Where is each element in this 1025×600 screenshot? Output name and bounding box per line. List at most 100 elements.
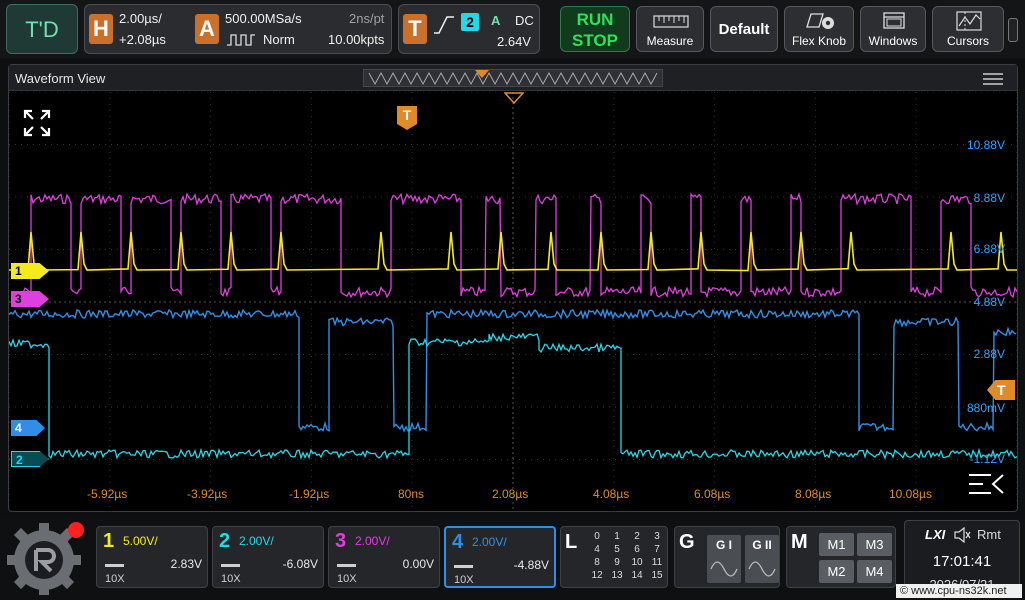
run-stop-button[interactable]: RUN STOP [560,6,630,52]
gear-logo-icon [7,522,84,595]
g2-label: G II [752,538,772,552]
logic-bit: 13 [611,570,623,581]
sample-rate: 500.00MSa/s [225,11,302,26]
bottom-status-bar: 1 5.00V/ ▬▬ 2.83V 10X 2 2.00V/ ▬▬ -6.08V… [0,516,1025,600]
time-label-6: 6.08µs [694,487,731,501]
speaker-muted-icon[interactable] [953,527,971,543]
voltage-label-6: -1.12V [969,452,1005,466]
waveform-view[interactable]: Waveform View T 1 3 4 2 T 10.88V 8.88V 6… [8,64,1018,512]
memory-overview-bar[interactable] [363,69,663,87]
waveform-view-header: Waveform View [9,65,1017,91]
voltage-label-1: 8.88V [973,191,1005,205]
logic-bit: 9 [614,557,620,568]
logic-bit: 10 [631,557,643,568]
flex-knob-label: Flex Knob [791,34,847,48]
default-button[interactable]: Default [710,6,778,52]
sine-wave-icon [710,561,738,577]
logic-bit: 3 [654,531,660,542]
trigger-panel[interactable]: T 2 A DC 2.64V [398,4,540,54]
time-label-0: -5.92µs [87,487,128,501]
acquire-letter: A [195,14,219,44]
channel-1-offset: 2.83V [170,557,202,571]
clock-time: 17:01:41 [932,553,992,570]
stop-label: STOP [572,31,618,50]
lxi-logo: LXI [925,527,946,542]
windows-label: Windows [868,34,918,48]
fullscreen-icon[interactable] [23,109,51,137]
windows-icon [883,12,905,29]
logic-bit-row: 8 9 10 11 [587,557,667,570]
math-m2-button[interactable]: M2 [819,560,854,583]
logic-bit: 11 [651,557,663,568]
logic-bit: 8 [594,557,600,568]
rigol-logo-button[interactable] [6,520,86,596]
waveform-view-title: Waveform View [15,71,106,86]
channel-2-offset: -6.08V [282,557,318,571]
g2-button[interactable]: G II [745,535,779,583]
channel-1-number: 1 [103,530,115,552]
math-letter: M [791,531,808,553]
g1-label: G I [715,538,732,552]
memory-depth: 10.00kpts [328,32,385,47]
generator-letter: G [679,531,695,553]
horizontal-acquire-panel[interactable]: H 2.00µs/ +2.08µs A 500.00MSa/s 2ns/pt N… [84,4,392,54]
cursors-button[interactable]: Cursors [932,6,1004,52]
g1-button[interactable]: G I [707,535,741,583]
trigger-sweep: A [491,13,501,28]
voltage-label-5: 880mV [966,401,1005,415]
flex-knob-icon [806,13,834,29]
scroll-handle[interactable] [1008,18,1018,42]
trigger-position-marker[interactable]: T [397,106,417,130]
logic-bit: 12 [591,570,603,581]
logic-bit: 15 [651,570,663,581]
logic-channel-grid: 0 1 2 3 4 5 6 7 8 9 10 11 12 13 14 15 [587,531,667,583]
channel-3-waveform [20,192,1017,299]
time-label-3: 80ns [398,487,425,501]
watermark: © www.cpu-ns32k.net [896,584,1022,598]
dc-coupling-icon: ▬▬ [454,560,473,571]
channel-4-box[interactable]: 4 2.00V/ ▬▬ -4.88V 10X [444,526,556,588]
cursors-label: Cursors [946,34,989,48]
channel-2-scale: 2.00V/ [239,534,274,548]
acquire-mode: Norm [263,32,295,47]
default-label: Default [718,21,770,38]
horizontal-offset: +2.08µs [119,32,166,47]
waveform-grid [9,92,1017,512]
measure-label: Measure [646,34,694,48]
logic-bit: 2 [634,531,640,542]
logic-bit-row: 4 5 6 7 [587,544,667,557]
channel-2-box[interactable]: 2 2.00V/ ▬▬ -6.08V 10X [212,526,324,588]
channel-1-scale: 5.00V/ [123,534,158,548]
math-panel[interactable]: M M1 M3 M2 M4 [786,526,896,588]
flex-knob-button[interactable]: Flex Knob [784,6,854,52]
channel-4-probe: 10X [454,574,474,586]
acquire-mode-icon [227,34,255,46]
time-label-5: 4.08µs [593,487,630,501]
math-m3-button[interactable]: M3 [857,533,892,556]
math-m1-button[interactable]: M1 [819,533,854,556]
windows-button[interactable]: Windows [860,6,926,52]
trigger-position-label: T [402,107,412,123]
channel-3-number: 3 [335,530,347,552]
trigger-delay-label: T'D [25,17,59,42]
dc-coupling-icon: ▬▬ [105,559,124,570]
measure-button[interactable]: Measure [636,6,704,52]
rising-edge-icon [434,16,454,34]
channel-1-box[interactable]: 1 5.00V/ ▬▬ 2.83V 10X [96,526,208,588]
trigger-delay-button[interactable]: T'D [6,4,78,54]
channel-1-probe: 10X [105,573,125,585]
generator-panel[interactable]: G G I G II [674,526,780,588]
menu-icon[interactable] [983,73,1003,85]
logic-bit: 1 [614,531,620,542]
trigger-coupling: DC [515,13,534,28]
voltage-label-3: 4.88V [973,295,1005,309]
logic-bit: 4 [594,544,600,555]
logic-bit: 0 [594,531,600,542]
horizontal-letter: H [89,14,113,44]
logic-analyzer-panel[interactable]: L 0 1 2 3 4 5 6 7 8 9 10 11 12 13 14 15 [560,526,668,588]
collapse-panel-icon[interactable] [969,473,1005,495]
logic-bit: 7 [654,544,660,555]
sine-wave-icon [748,561,776,577]
channel-3-box[interactable]: 3 2.00V/ ▬▬ 0.00V 10X [328,526,440,588]
math-m4-button[interactable]: M4 [857,560,892,583]
